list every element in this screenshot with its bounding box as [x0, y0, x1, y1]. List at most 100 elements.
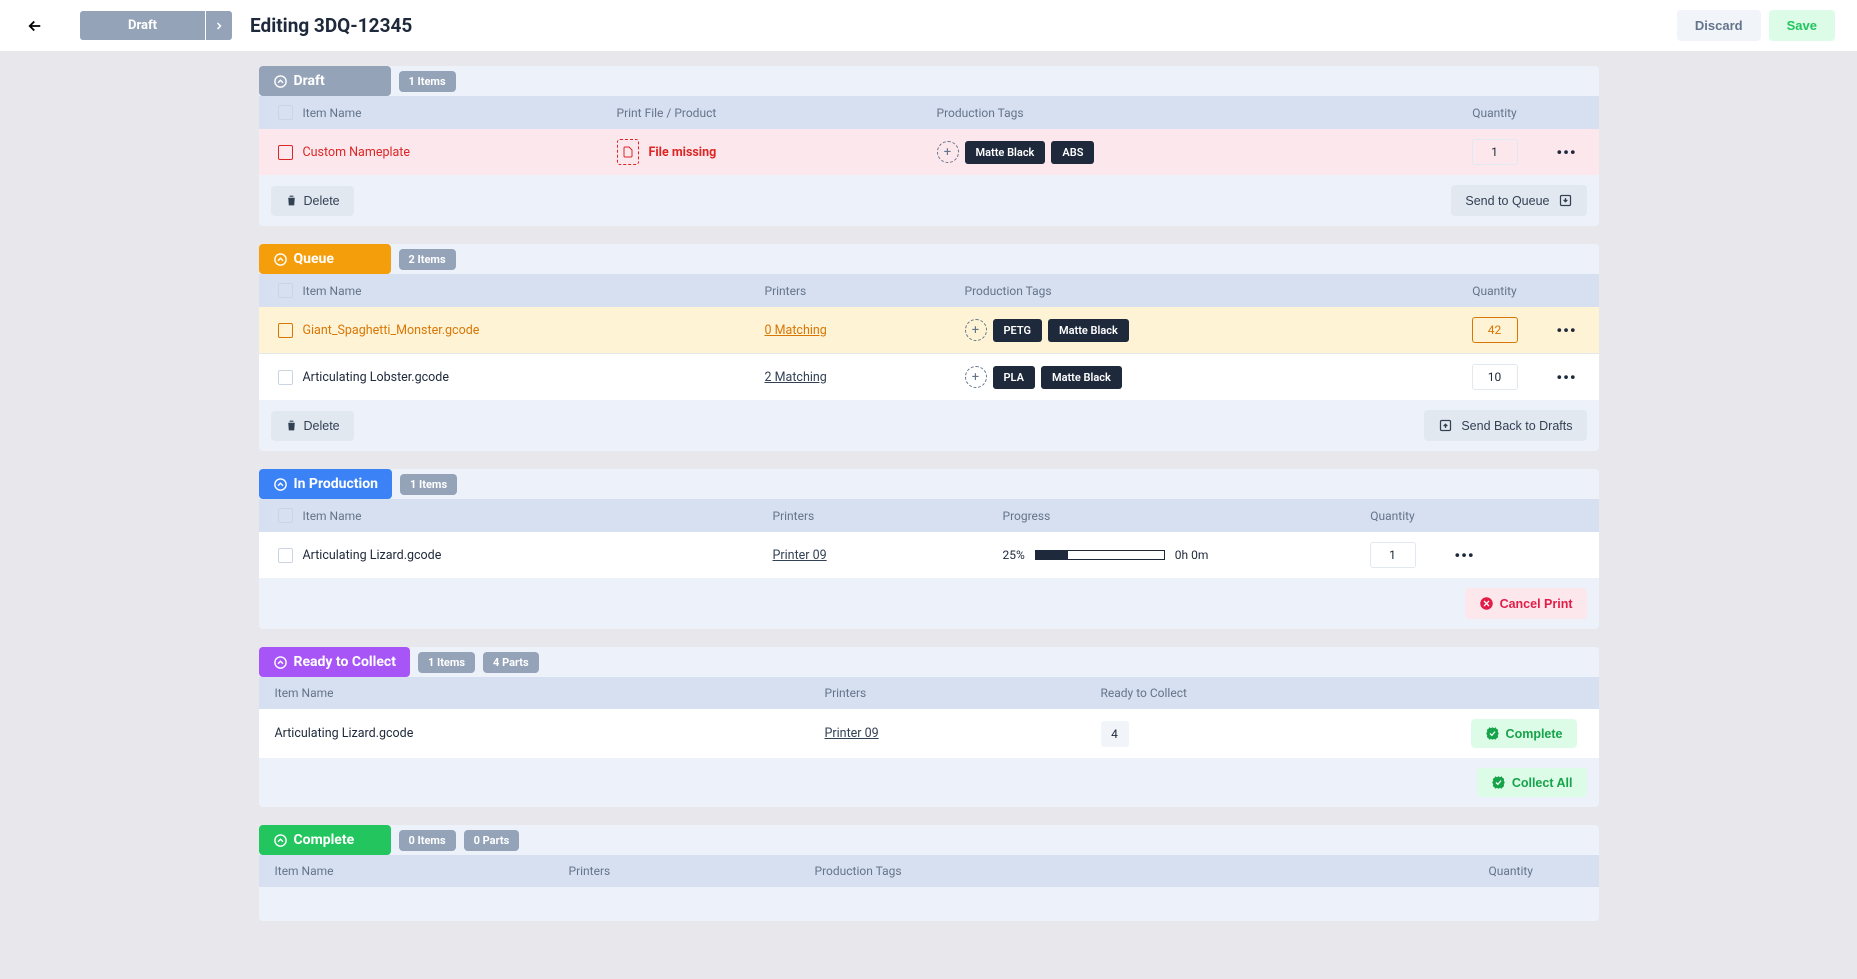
- row-menu-icon[interactable]: •••: [1454, 546, 1474, 565]
- prod-row-checkbox[interactable]: [278, 548, 293, 563]
- draft-count-badge: 1 Items: [399, 71, 456, 92]
- col-tags: Production Tags: [815, 864, 1489, 878]
- collect-all-label: Collect All: [1512, 776, 1573, 790]
- col-item-name: Item Name: [303, 284, 765, 298]
- col-qty: Quantity: [1489, 864, 1589, 878]
- save-button[interactable]: Save: [1769, 10, 1835, 41]
- ready-label-text: Ready to Collect: [294, 654, 396, 670]
- draft-section-label[interactable]: Draft: [259, 66, 391, 96]
- queue-row: Giant_Spaghetti_Monster.gcode 0 Matching…: [259, 307, 1599, 354]
- qty-input[interactable]: 1: [1370, 542, 1416, 568]
- status-draft: Draft: [80, 11, 205, 40]
- delete-button[interactable]: Delete: [271, 186, 354, 216]
- matching-link[interactable]: 2 Matching: [765, 370, 827, 385]
- page-title: Editing 3DQ-12345: [250, 14, 412, 37]
- back-icon[interactable]: [22, 13, 48, 39]
- complete-parts-badge: 0 Parts: [464, 830, 520, 851]
- row-menu-icon[interactable]: •••: [1556, 143, 1576, 162]
- qty-input[interactable]: 1: [1472, 139, 1518, 165]
- complete-panel: Complete 0 Items 0 Parts Item Name Print…: [259, 825, 1599, 921]
- queue-label-text: Queue: [294, 251, 334, 267]
- cancel-print-button[interactable]: Cancel Print: [1465, 588, 1587, 619]
- draft-label-text: Draft: [294, 73, 325, 89]
- queue-panel: Queue 2 Items Item Name Printers Product…: [259, 244, 1599, 451]
- ready-header-row: Item Name Printers Ready to Collect: [259, 677, 1599, 709]
- tag: PLA: [993, 366, 1035, 389]
- draft-row: Custom Nameplate File missing + Matte Bl…: [259, 129, 1599, 175]
- ready-count-badge: 1 Items: [418, 652, 475, 673]
- send-back-drafts-button[interactable]: Send Back to Drafts: [1424, 410, 1586, 441]
- col-item-name: Item Name: [269, 686, 825, 700]
- col-item-name: Item Name: [269, 864, 569, 878]
- tag: PETG: [993, 319, 1042, 342]
- prod-select-all[interactable]: [278, 508, 293, 523]
- production-section-label[interactable]: In Production: [259, 469, 392, 499]
- qty-input[interactable]: 42: [1472, 317, 1518, 343]
- add-tag-button[interactable]: +: [937, 141, 959, 163]
- col-progress: Progress: [1003, 509, 1343, 523]
- add-tag-button[interactable]: +: [965, 366, 987, 388]
- queue-select-all[interactable]: [278, 283, 293, 298]
- col-printers: Printers: [773, 509, 1003, 523]
- row-menu-icon[interactable]: •••: [1556, 321, 1576, 340]
- progress-bar: [1035, 550, 1165, 560]
- queue-header-row: Item Name Printers Production Tags Quant…: [259, 274, 1599, 307]
- status-next-button[interactable]: [206, 11, 232, 40]
- collect-all-button[interactable]: Collect All: [1477, 768, 1587, 797]
- add-tag-button[interactable]: +: [965, 319, 987, 341]
- prod-header-row: Item Name Printers Progress Quantity: [259, 499, 1599, 532]
- ready-panel: Ready to Collect 1 Items 4 Parts Item Na…: [259, 647, 1599, 807]
- discard-button[interactable]: Discard: [1677, 10, 1761, 41]
- col-item-name: Item Name: [303, 106, 617, 120]
- prod-label-text: In Production: [294, 476, 378, 492]
- col-qty: Quantity: [1343, 509, 1443, 523]
- draft-row-checkbox[interactable]: [278, 145, 293, 160]
- ready-section-label[interactable]: Ready to Collect: [259, 647, 410, 677]
- complete-count-badge: 0 Items: [399, 830, 456, 851]
- ready-parts-badge: 4 Parts: [483, 652, 539, 673]
- draft-panel: Draft 1 Items Item Name Print File / Pro…: [259, 66, 1599, 226]
- queue-item-name: Giant_Spaghetti_Monster.gcode: [303, 323, 480, 338]
- col-file: Print File / Product: [617, 106, 937, 120]
- prod-item-name: Articulating Lizard.gcode: [303, 548, 442, 563]
- tag: Matte Black: [1048, 319, 1129, 342]
- queue-row-checkbox[interactable]: [278, 323, 293, 338]
- ready-count: 4: [1101, 721, 1129, 747]
- queue-count-badge: 2 Items: [399, 249, 456, 270]
- status-group: Draft: [80, 11, 232, 40]
- draft-select-all[interactable]: [278, 105, 293, 120]
- col-ready: Ready to Collect: [1101, 686, 1479, 700]
- printer-link[interactable]: Printer 09: [825, 726, 879, 741]
- prod-row: Articulating Lizard.gcode Printer 09 25%…: [259, 532, 1599, 578]
- back-label: Send Back to Drafts: [1461, 419, 1572, 433]
- cancel-label: Cancel Print: [1500, 597, 1573, 611]
- col-printers: Printers: [765, 284, 965, 298]
- send-label: Send to Queue: [1465, 194, 1549, 208]
- printer-link[interactable]: Printer 09: [773, 548, 827, 563]
- col-tags: Production Tags: [965, 284, 1445, 298]
- tag: Matte Black: [965, 141, 1046, 164]
- queue-item-name: Articulating Lobster.gcode: [303, 370, 449, 385]
- queue-row-checkbox[interactable]: [278, 370, 293, 385]
- file-missing-icon: [617, 139, 639, 165]
- complete-section-label[interactable]: Complete: [259, 825, 391, 855]
- col-printers: Printers: [569, 864, 815, 878]
- complete-label: Complete: [1506, 727, 1563, 741]
- send-to-queue-button[interactable]: Send to Queue: [1451, 185, 1586, 216]
- tag: Matte Black: [1041, 366, 1122, 389]
- col-qty: Quantity: [1445, 284, 1545, 298]
- delete-button[interactable]: Delete: [271, 411, 354, 441]
- progress-time: 0h 0m: [1175, 548, 1209, 562]
- matching-link[interactable]: 0 Matching: [765, 323, 827, 338]
- ready-item-name: Articulating Lizard.gcode: [275, 726, 414, 741]
- row-menu-icon[interactable]: •••: [1556, 368, 1576, 387]
- topbar: Draft Editing 3DQ-12345 Discard Save: [0, 0, 1857, 52]
- col-item-name: Item Name: [303, 509, 773, 523]
- qty-input[interactable]: 10: [1472, 364, 1518, 390]
- col-printers: Printers: [825, 686, 1101, 700]
- production-panel: In Production 1 Items Item Name Printers…: [259, 469, 1599, 629]
- file-missing-text: File missing: [649, 145, 717, 160]
- complete-label-text: Complete: [294, 832, 355, 848]
- complete-button[interactable]: Complete: [1471, 719, 1577, 748]
- queue-section-label[interactable]: Queue: [259, 244, 391, 274]
